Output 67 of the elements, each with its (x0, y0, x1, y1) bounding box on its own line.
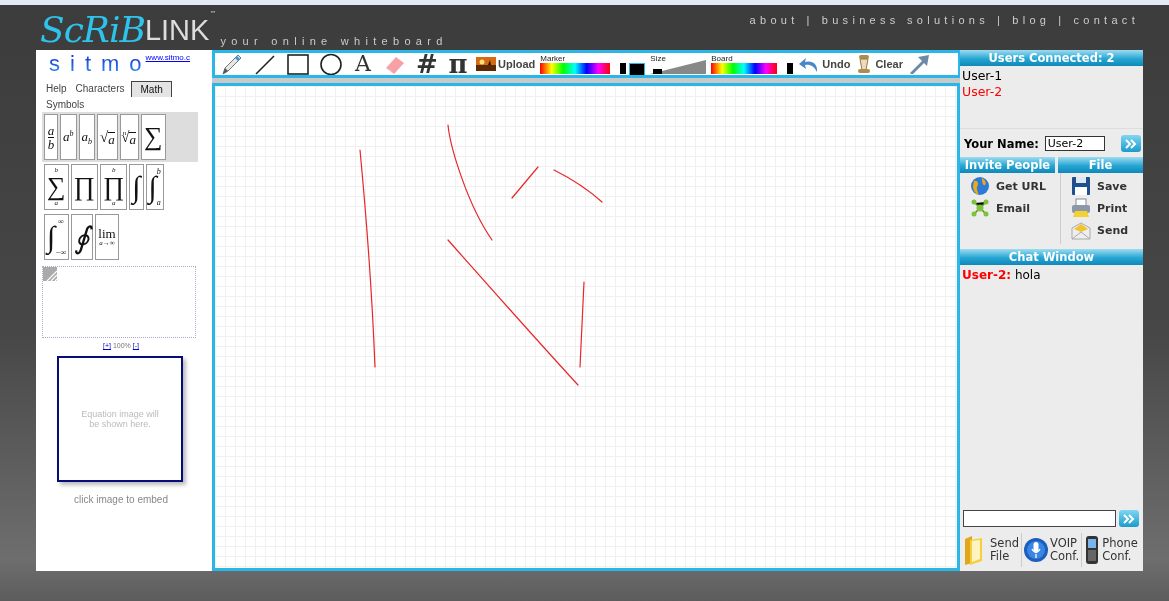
nav-separator: | (806, 14, 814, 26)
tab[interactable]: Symbols (44, 97, 87, 112)
slider-thumb[interactable] (652, 69, 662, 74)
symbol-button[interactable]: ∑ (140, 114, 166, 160)
user-name: User-1 (962, 68, 1004, 84)
line-tool-icon[interactable] (253, 53, 277, 75)
size-slider[interactable] (650, 60, 707, 74)
website-link[interactable]: www.sitmo.c (145, 53, 191, 62)
globe-icon (970, 176, 990, 196)
undo-button[interactable]: Undo (798, 55, 851, 73)
envelope-icon (1071, 220, 1091, 240)
menu-item[interactable]: Get URL (970, 176, 1055, 196)
rectangle-icon[interactable] (286, 53, 310, 75)
nav-link[interactable]: contact (1073, 14, 1139, 26)
send-message-button[interactable] (1119, 510, 1139, 527)
symbol-button[interactable]: a b (44, 114, 58, 160)
menu-item[interactable]: Save (1071, 176, 1143, 196)
pencil-icon[interactable] (220, 53, 244, 75)
action-button[interactable]: Phone Conf. (1082, 533, 1140, 567)
tab[interactable]: Characters (73, 81, 127, 97)
section-header: Chat Window (960, 249, 1143, 265)
preview-caption: click image to embed (73, 494, 169, 505)
nav-link[interactable]: blog (1012, 14, 1051, 26)
tab[interactable]: Help (44, 81, 69, 97)
microphone-icon (1023, 535, 1048, 565)
clear-button[interactable]: Clear (855, 54, 903, 74)
resize-grip-icon[interactable] (43, 267, 57, 281)
mobile-phone-icon (1084, 535, 1101, 565)
tool-button[interactable]: A (350, 53, 376, 75)
menu-item[interactable]: Print (1071, 198, 1143, 218)
user-name: User-2 (962, 84, 1004, 100)
menu-item[interactable]: Send (1071, 220, 1143, 240)
tab[interactable]: Math (131, 81, 172, 97)
nav-link[interactable]: business solutions (821, 14, 990, 26)
name-input[interactable]: User-2 (1044, 136, 1105, 151)
name-label: Your Name: (964, 136, 1039, 151)
board-label: Board (711, 54, 734, 63)
nav-link[interactable]: about (749, 14, 799, 26)
chat-input[interactable] (963, 510, 1116, 527)
marker-label: Marker (540, 54, 567, 63)
symbol-button[interactable]: ∫ (129, 164, 144, 210)
action-button[interactable]: Send File (962, 533, 1022, 567)
nav-separator: | (1058, 14, 1066, 26)
upload-button[interactable]: Upload (476, 57, 536, 71)
section-header: Users Connected: 2 (960, 50, 1143, 66)
symbol-button[interactable]: ∏ (70, 164, 98, 210)
menu-item[interactable]: Email (970, 198, 1055, 218)
network-icon (970, 198, 990, 218)
board-color-palette[interactable] (711, 63, 794, 74)
tagline: your online whiteboard (220, 35, 448, 47)
sitmo-logo: s i t m o (48, 51, 142, 77)
printer-icon (1071, 198, 1091, 218)
nav-separator: | (997, 14, 1005, 26)
marker-color-palette[interactable] (540, 63, 627, 74)
image-icon (476, 57, 496, 71)
submit-name-button[interactable] (1121, 135, 1141, 152)
symbol-button[interactable]: ∮ (71, 214, 94, 260)
equation-input[interactable] (42, 266, 196, 338)
tool-button[interactable]: # (414, 53, 440, 75)
action-button[interactable]: VOIP Conf. (1021, 533, 1083, 567)
section-header: File (1058, 157, 1143, 173)
chat-message: User-2: hola (962, 268, 1042, 282)
size-label: Size (650, 54, 666, 63)
section-header: Invite People (960, 157, 1055, 173)
chevron-icon (1125, 138, 1137, 149)
chevron-icon (1123, 513, 1135, 524)
tool-button[interactable]: π (445, 53, 471, 75)
